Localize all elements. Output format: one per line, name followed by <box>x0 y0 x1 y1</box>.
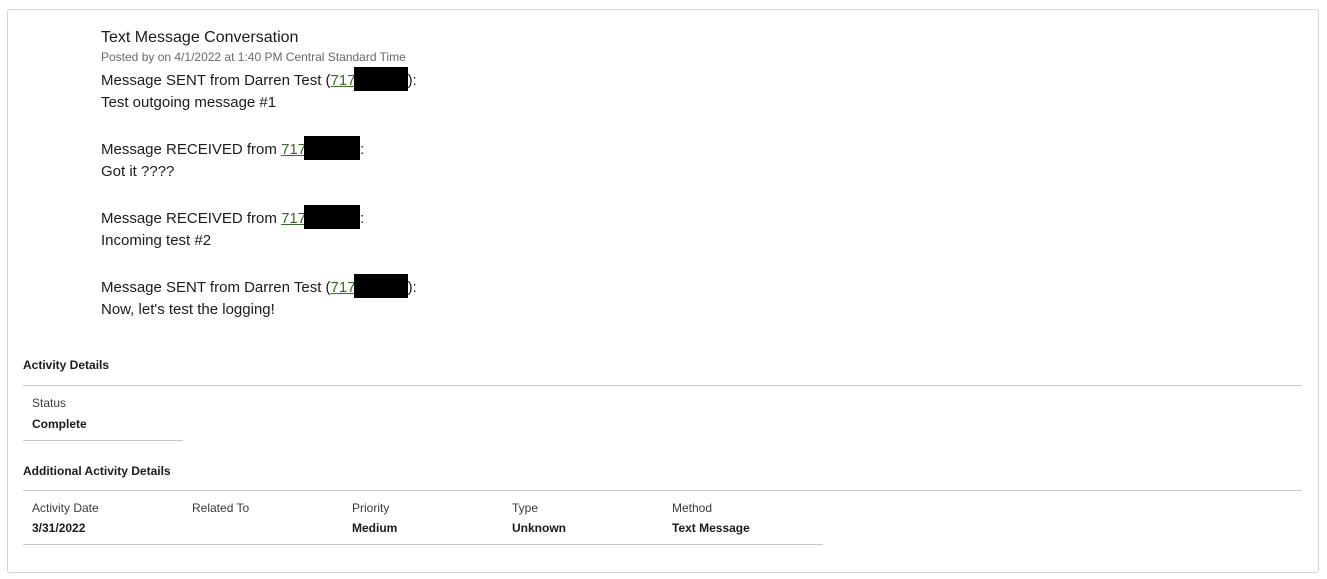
message-header: Message RECEIVED from 717: <box>101 205 417 230</box>
conversation-post: Text Message Conversation Posted by on 4… <box>101 28 417 321</box>
status-value: Complete <box>32 417 87 431</box>
status-field: Status Complete <box>32 395 87 432</box>
message-list: Message SENT from Darren Test (717): Tes… <box>101 67 417 321</box>
priority-value: Medium <box>352 521 398 535</box>
redaction-block <box>304 205 361 229</box>
message-item: Message SENT from Darren Test (717): Tes… <box>101 67 417 114</box>
phone-link[interactable]: 717 <box>331 72 356 89</box>
priority-field: Priority Medium <box>352 500 397 536</box>
message-suffix: ): <box>407 279 417 296</box>
field-underline <box>23 544 823 545</box>
message-body: Incoming test #2 <box>101 232 212 249</box>
activity-date-label: Activity Date <box>32 501 99 515</box>
message-suffix: : <box>360 141 365 158</box>
redaction-block <box>304 136 361 160</box>
message-body: Now, let's test the logging! <box>101 301 275 318</box>
message-prefix: Message SENT from Darren Test ( <box>101 72 331 89</box>
message-item: Message RECEIVED from 717: Got it ???? <box>101 136 417 183</box>
message-body: Test outgoing message #1 <box>101 94 277 111</box>
status-label: Status <box>32 396 67 410</box>
post-title: Text Message Conversation <box>101 29 299 46</box>
message-header: Message RECEIVED from 717: <box>101 136 417 161</box>
section-divider <box>23 490 1302 491</box>
activity-date-field: Activity Date 3/31/2022 <box>32 500 99 536</box>
message-item: Message SENT from Darren Test (717): Now… <box>101 274 417 321</box>
method-value: Text Message <box>672 521 750 535</box>
redaction-block <box>353 67 408 91</box>
phone-link[interactable]: 717 <box>331 279 356 296</box>
priority-label: Priority <box>352 501 390 515</box>
section-divider <box>23 385 1302 386</box>
field-underline <box>23 440 183 441</box>
message-prefix: Message RECEIVED from <box>101 141 282 158</box>
message-suffix: : <box>360 210 365 227</box>
phone-link[interactable]: 717 <box>281 210 306 227</box>
related-to-field: Related To <box>192 500 249 520</box>
activity-details-heading: Activity Details <box>23 358 110 372</box>
message-header: Message SENT from Darren Test (717): <box>101 67 417 92</box>
message-body: Got it ???? <box>101 163 175 180</box>
type-field: Type Unknown <box>512 500 566 536</box>
type-label: Type <box>512 501 539 515</box>
related-to-label: Related To <box>192 501 250 515</box>
activity-card: Text Message Conversation Posted by on 4… <box>7 9 1319 573</box>
message-item: Message RECEIVED from 717: Incoming test… <box>101 205 417 252</box>
method-field: Method Text Message <box>672 500 750 536</box>
redaction-block <box>353 274 408 298</box>
activity-date-value: 3/31/2022 <box>32 521 86 535</box>
method-label: Method <box>672 501 713 515</box>
additional-details-heading: Additional Activity Details <box>23 464 171 478</box>
message-suffix: ): <box>407 72 417 89</box>
type-value: Unknown <box>512 521 566 535</box>
message-prefix: Message SENT from Darren Test ( <box>101 279 331 296</box>
phone-link[interactable]: 717 <box>281 141 306 158</box>
post-meta: Posted by on 4/1/2022 at 1:40 PM Central… <box>101 50 406 64</box>
message-header: Message SENT from Darren Test (717): <box>101 274 417 299</box>
message-prefix: Message RECEIVED from <box>101 210 282 227</box>
